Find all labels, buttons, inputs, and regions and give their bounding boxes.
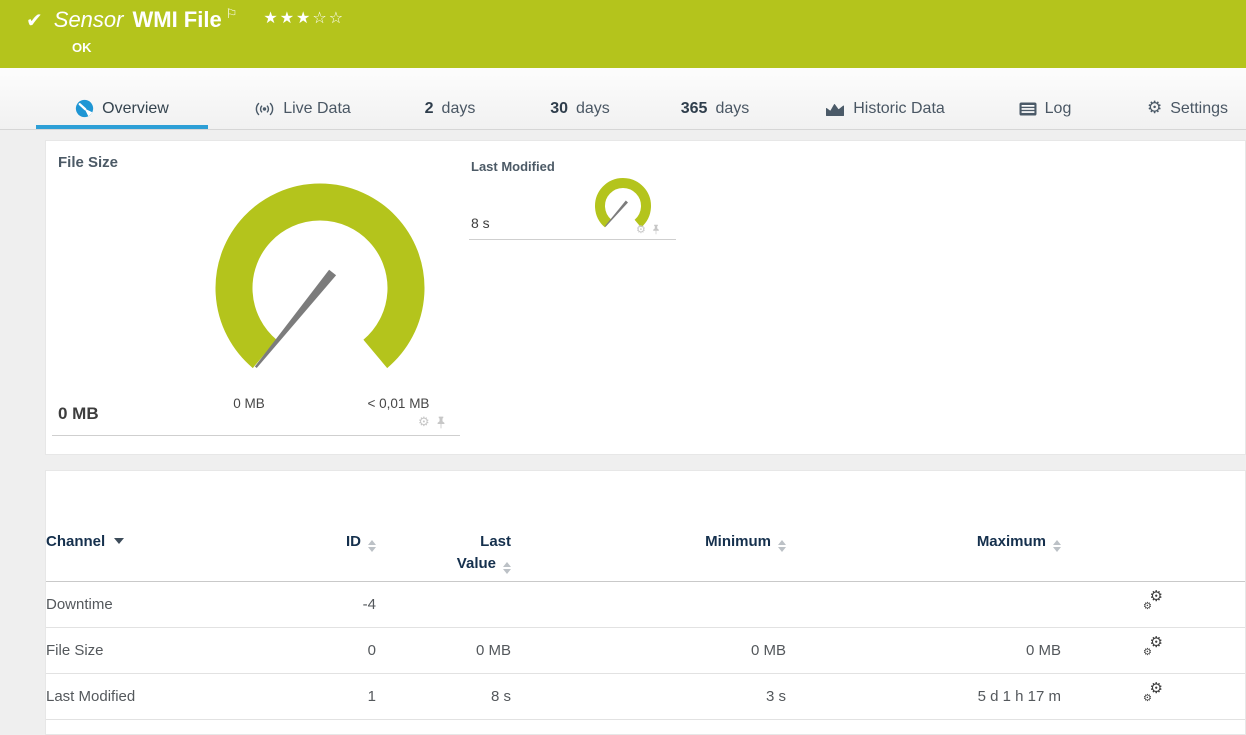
tab-label: days	[715, 99, 750, 117]
maximum-cell	[786, 581, 1061, 628]
area-chart-icon	[826, 103, 845, 116]
file-size-panel-divider	[52, 435, 460, 436]
channel-name-cell: Last Modified	[46, 673, 286, 720]
tab-settings[interactable]: ⚙ Settings	[1135, 68, 1240, 129]
channel-name-cell: Downtime	[46, 581, 286, 628]
table-row-last-modified: Last Modified 1 8 s 3 s 5 d 1 h 17 m ⚙ ⚙	[46, 673, 1245, 720]
tab-bar: Overview Live Data 2 days 30 days 365 da…	[0, 68, 1246, 130]
tab-historic-data[interactable]: Historic Data	[800, 68, 970, 129]
last-modified-current-value: 8 s	[471, 215, 490, 231]
gear-icon: ⚙	[1143, 601, 1152, 612]
sensor-name: WMI File	[132, 7, 222, 32]
maximum-cell: 0 MB	[786, 627, 1061, 674]
gauge-icon	[76, 99, 94, 118]
stars-empty[interactable]: ☆☆	[312, 8, 345, 27]
table-row-file-size: File Size 0 0 MB 0 MB 0 MB ⚙ ⚙	[46, 627, 1245, 674]
column-header-channel[interactable]: Channel	[46, 521, 286, 582]
tab-log[interactable]: Log	[995, 68, 1095, 129]
channel-settings-icon[interactable]: ⚙ ⚙	[1142, 589, 1164, 612]
column-label: Maximum	[976, 533, 1046, 550]
sort-caret-icon	[114, 538, 125, 544]
pin-icon[interactable]	[436, 416, 446, 429]
minimum-cell: 3 s	[511, 673, 786, 720]
file-size-current-value: 0 MB	[58, 404, 99, 423]
tab-number: 30	[550, 99, 568, 117]
tab-label: Historic Data	[853, 99, 945, 117]
sensor-overview-page: ✔ Sensor WMI File ⚐ ★★★☆☆ OK Overview Li…	[0, 0, 1246, 735]
column-label: Channel	[46, 533, 106, 550]
gear-icon: ⚙	[1143, 647, 1152, 658]
sort-icon	[503, 562, 511, 574]
gauge-settings-icon[interactable]: ⚙	[636, 224, 646, 235]
sort-icon	[1053, 540, 1061, 552]
maximum-cell: 5 d 1 h 17 m	[786, 673, 1061, 720]
tab-label: Live Data	[283, 99, 351, 117]
last-value-cell	[376, 581, 511, 628]
tab-overview[interactable]: Overview	[36, 68, 208, 129]
channels-table: Channel ID Last Value Minimum Maximum Do…	[46, 521, 1245, 720]
channel-id-cell: 1	[286, 673, 376, 720]
minimum-cell: 0 MB	[511, 627, 786, 674]
tab-label: days	[576, 99, 610, 117]
gauge-scale-min-label: 0 MB	[233, 396, 265, 411]
table-row-downtime: Downtime -4 ⚙ ⚙	[46, 581, 1245, 628]
tab-number: 365	[680, 99, 708, 117]
tab-30-days[interactable]: 30 days	[520, 68, 640, 129]
pin-icon[interactable]	[652, 224, 660, 235]
tab-live-data[interactable]: Live Data	[235, 68, 370, 129]
status-badge: OK	[72, 40, 92, 55]
channel-settings-icon[interactable]: ⚙ ⚙	[1142, 681, 1164, 704]
log-icon	[1019, 102, 1037, 115]
column-label: Last	[480, 533, 511, 550]
channels-panel: Channel ID Last Value Minimum Maximum Do…	[45, 470, 1246, 735]
tab-label: days	[441, 99, 476, 117]
minimum-cell	[511, 581, 786, 628]
gear-icon: ⚙	[1143, 693, 1152, 704]
status-check-icon: ✔	[26, 8, 43, 32]
priority-stars[interactable]: ★★★☆☆	[263, 5, 345, 31]
tab-number: 2	[424, 99, 434, 117]
gauges-panel: File Size 0 MB < 0,01 MB 0 MB ⚙ Last Mod…	[45, 140, 1246, 455]
broadcast-icon	[255, 102, 274, 115]
tab-2-days[interactable]: 2 days	[390, 68, 510, 129]
channel-id-cell: -4	[286, 581, 376, 628]
last-modified-gauge-tools: ⚙	[636, 224, 660, 235]
gauge-settings-icon[interactable]: ⚙	[418, 416, 430, 429]
tab-label: Settings	[1170, 99, 1229, 117]
sensor-header-bar: ✔ Sensor WMI File ⚐ ★★★☆☆ OK	[0, 0, 1246, 68]
last-value-cell: 8 s	[376, 673, 511, 720]
channel-id-cell: 0	[286, 627, 376, 674]
stars-filled[interactable]: ★★★	[263, 8, 312, 27]
column-header-maximum[interactable]: Maximum	[786, 521, 1061, 582]
last-value-cell: 0 MB	[376, 627, 511, 674]
file-size-gauge	[215, 183, 425, 369]
file-size-gauge-title: File Size	[58, 154, 119, 171]
column-label: Minimum	[705, 533, 771, 550]
last-modified-panel-divider	[469, 239, 676, 240]
file-size-gauge-tools: ⚙	[418, 416, 446, 429]
last-modified-gauge-title: Last Modified	[471, 159, 555, 174]
column-header-settings	[1061, 521, 1245, 582]
column-header-minimum[interactable]: Minimum	[511, 521, 786, 582]
sort-icon	[778, 540, 786, 552]
tab-label: Log	[1044, 99, 1072, 117]
gauge-scale-max-label: < 0,01 MB	[367, 396, 430, 411]
tab-365-days[interactable]: 365 days	[655, 68, 775, 129]
flag-icon: ⚐	[225, 7, 238, 22]
tab-label: Overview	[102, 99, 169, 117]
channel-settings-icon[interactable]: ⚙ ⚙	[1142, 635, 1164, 658]
sensor-kind-label: Sensor	[53, 7, 124, 32]
column-header-id[interactable]: ID	[286, 521, 376, 582]
column-label: ID	[346, 533, 361, 550]
sensor-title-row: ✔ Sensor WMI File ⚐ ★★★☆☆	[26, 5, 345, 35]
gear-icon: ⚙	[1146, 98, 1163, 118]
column-label: Value	[456, 555, 496, 572]
column-header-last-value[interactable]: Last Value	[376, 521, 511, 582]
sort-icon	[368, 540, 376, 552]
channel-name-cell: File Size	[46, 627, 286, 674]
